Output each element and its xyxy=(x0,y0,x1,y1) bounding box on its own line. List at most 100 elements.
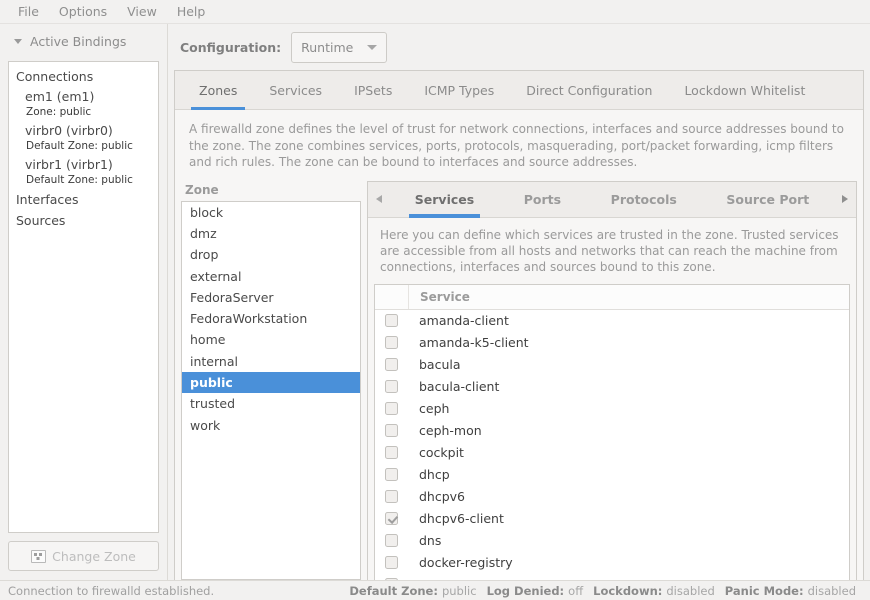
sub-tab-scroll-right[interactable] xyxy=(834,182,856,217)
tab-lockdown-whitelist[interactable]: Lockdown Whitelist xyxy=(668,71,821,109)
checkbox-icon[interactable] xyxy=(385,556,398,569)
checkbox-icon[interactable] xyxy=(385,578,398,580)
configuration-row: Configuration: Runtime xyxy=(168,24,870,70)
arrow-right-icon xyxy=(842,195,848,203)
table-row[interactable]: dhcpv6-client xyxy=(375,508,849,530)
checkbox-icon[interactable] xyxy=(385,314,398,327)
zone-item-public[interactable]: public xyxy=(182,372,360,393)
menu-item-view[interactable]: View xyxy=(117,2,167,21)
row-checkbox-cell[interactable] xyxy=(375,336,408,349)
tab-ipsets[interactable]: IPSets xyxy=(338,71,408,109)
connection-zone: Zone: public xyxy=(25,105,158,119)
tab-direct-configuration[interactable]: Direct Configuration xyxy=(510,71,668,109)
row-checkbox-cell[interactable] xyxy=(375,512,408,525)
table-row[interactable]: cockpit xyxy=(375,442,849,464)
checkbox-icon[interactable] xyxy=(385,336,398,349)
checkbox-icon[interactable] xyxy=(385,446,398,459)
row-checkbox-cell[interactable] xyxy=(375,534,408,547)
status-panic-mode-value: disabled xyxy=(808,584,856,598)
checkbox-column-header xyxy=(375,285,409,309)
checkbox-icon[interactable] xyxy=(385,534,398,547)
tree-item-virbr1[interactable]: virbr1 (virbr1) Default Zone: public xyxy=(9,155,158,189)
services-row-list[interactable]: amanda-client amanda-k5-client bacula xyxy=(375,310,849,581)
zone-item-work[interactable]: work xyxy=(182,414,360,435)
checkbox-icon[interactable] xyxy=(385,380,398,393)
services-description: Here you can define which services are t… xyxy=(368,218,856,284)
row-checkbox-cell[interactable] xyxy=(375,424,408,437)
zone-item-home[interactable]: home xyxy=(182,329,360,350)
change-zone-area: Change Zone xyxy=(0,533,167,580)
status-bar: Connection to firewalld established. Def… xyxy=(0,580,870,600)
table-row[interactable]: amanda-k5-client xyxy=(375,332,849,354)
menu-item-file[interactable]: File xyxy=(8,2,49,21)
sub-tab-scroll-left[interactable] xyxy=(368,182,390,217)
status-lockdown-label: Lockdown: xyxy=(593,584,662,598)
bindings-tree[interactable]: Connections em1 (em1) Zone: public virbr… xyxy=(8,61,159,533)
service-name: dhcp xyxy=(408,467,450,482)
services-table: Service amanda-client amanda-k5-client xyxy=(374,284,850,581)
zone-list[interactable]: block dmz drop external FedoraServer Fed… xyxy=(181,201,361,581)
sub-tab-source-port[interactable]: Source Port xyxy=(716,182,819,217)
checkbox-icon[interactable] xyxy=(385,402,398,415)
service-name: docker-registry xyxy=(408,555,513,570)
zone-item-drop[interactable]: drop xyxy=(182,244,360,265)
zone-detail-columns: Zone block dmz drop external FedoraServe… xyxy=(175,181,863,581)
row-checkbox-cell[interactable] xyxy=(375,402,408,415)
change-zone-button[interactable]: Change Zone xyxy=(8,541,159,571)
tab-services[interactable]: Services xyxy=(253,71,338,109)
row-checkbox-cell[interactable] xyxy=(375,446,408,459)
checkbox-icon[interactable] xyxy=(385,358,398,371)
connection-name: virbr0 (virbr0) xyxy=(25,123,158,139)
sub-tab-protocols[interactable]: Protocols xyxy=(601,182,687,217)
table-row[interactable]: dns xyxy=(375,530,849,552)
table-row[interactable]: bacula-client xyxy=(375,376,849,398)
active-bindings-header[interactable]: Active Bindings xyxy=(0,24,167,58)
status-default-zone-value: public xyxy=(442,584,477,598)
checkbox-icon[interactable] xyxy=(385,424,398,437)
table-row[interactable]: dhcpv6 xyxy=(375,486,849,508)
row-checkbox-cell[interactable] xyxy=(375,380,408,393)
checkbox-icon[interactable] xyxy=(385,512,398,525)
row-checkbox-cell[interactable] xyxy=(375,556,408,569)
menu-item-help[interactable]: Help xyxy=(167,2,216,21)
status-log-denied-value: off xyxy=(568,584,583,598)
zone-item-internal[interactable]: internal xyxy=(182,351,360,372)
tree-group-interfaces[interactable]: Interfaces xyxy=(9,189,158,210)
zone-item-fedoraworkstation[interactable]: FedoraWorkstation xyxy=(182,308,360,329)
table-row[interactable]: docker-registry xyxy=(375,552,849,574)
sub-tab-services[interactable]: Services xyxy=(405,182,484,217)
zone-item-fedoraserver[interactable]: FedoraServer xyxy=(182,287,360,308)
tab-zones[interactable]: Zones xyxy=(183,71,253,109)
tree-item-virbr0[interactable]: virbr0 (virbr0) Default Zone: public xyxy=(9,121,158,155)
service-name: ceph xyxy=(408,401,449,416)
connection-name: em1 (em1) xyxy=(25,89,158,105)
tree-group-sources[interactable]: Sources xyxy=(9,210,158,231)
zone-item-trusted[interactable]: trusted xyxy=(182,393,360,414)
zone-item-block[interactable]: block xyxy=(182,202,360,223)
menu-item-options[interactable]: Options xyxy=(49,2,117,21)
service-name: dhcpv6 xyxy=(408,489,465,504)
table-row[interactable]: dhcp xyxy=(375,464,849,486)
row-checkbox-cell[interactable] xyxy=(375,314,408,327)
window-body: Active Bindings Connections em1 (em1) Zo… xyxy=(0,24,870,580)
table-row[interactable]: bacula xyxy=(375,354,849,376)
configuration-label: Configuration: xyxy=(180,40,281,55)
zone-item-external[interactable]: external xyxy=(182,265,360,286)
row-checkbox-cell[interactable] xyxy=(375,468,408,481)
row-checkbox-cell[interactable] xyxy=(375,490,408,503)
tree-group-connections[interactable]: Connections xyxy=(9,66,158,87)
table-row[interactable]: ceph-mon xyxy=(375,420,849,442)
tree-item-em1[interactable]: em1 (em1) Zone: public xyxy=(9,87,158,121)
checkbox-icon[interactable] xyxy=(385,490,398,503)
sub-tab-ports[interactable]: Ports xyxy=(514,182,571,217)
tab-icmp-types[interactable]: ICMP Types xyxy=(408,71,510,109)
zone-description: A firewalld zone defines the level of tr… xyxy=(175,110,863,181)
checkbox-icon[interactable] xyxy=(385,468,398,481)
table-row[interactable]: amanda-client xyxy=(375,310,849,332)
configuration-select[interactable]: Runtime xyxy=(291,32,387,63)
table-row[interactable]: ceph xyxy=(375,398,849,420)
services-table-header: Service xyxy=(375,285,849,310)
zone-item-dmz[interactable]: dmz xyxy=(182,223,360,244)
row-checkbox-cell[interactable] xyxy=(375,358,408,371)
main-tab-frame: Zones Services IPSets ICMP Types Direct … xyxy=(174,70,864,580)
